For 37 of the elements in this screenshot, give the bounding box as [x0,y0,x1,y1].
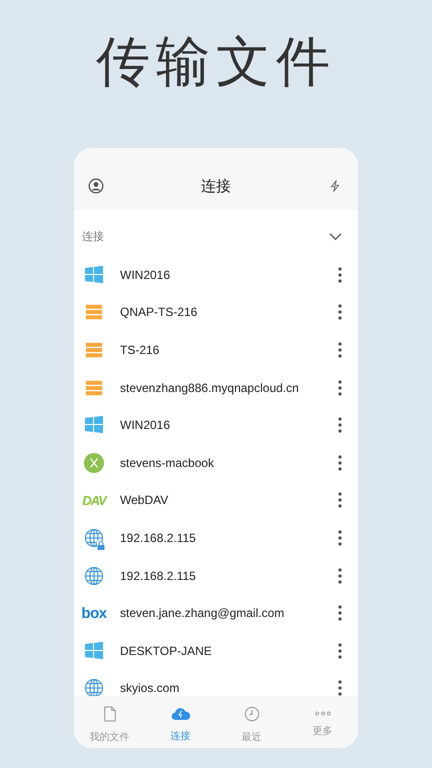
connection-name[interactable]: skyios.com [120,681,338,696]
clock-icon [244,706,260,722]
headline: 传输文件 [96,29,336,95]
more-vertical-icon[interactable] [338,417,342,434]
more-vertical-icon[interactable] [338,304,342,320]
box-logo: box [81,604,107,622]
more-vertical-icon[interactable] [338,530,342,546]
more-vertical-icon[interactable] [338,454,342,471]
more-vertical-icon[interactable] [338,680,342,696]
connection-name[interactable]: TS-216 [120,342,338,357]
section-header[interactable]: 连接 [74,210,358,256]
connection-name[interactable]: WIN2016 [120,268,338,282]
more-vertical-icon[interactable] [338,492,342,508]
connection-name[interactable]: WebDAV [120,493,338,508]
document-icon [102,706,116,722]
connection-name[interactable]: stevenzhang886.myqnapcloud.cn [120,380,338,395]
more-vertical-icon[interactable] [338,342,342,358]
account-icon[interactable] [88,178,104,194]
more-vertical-icon[interactable] [338,380,342,396]
lightning-icon[interactable] [328,179,342,193]
more-vertical-icon[interactable] [338,266,342,283]
connection-name[interactable]: WIN2016 [120,418,338,432]
more-vertical-icon[interactable] [338,568,342,584]
more-vertical-icon[interactable] [338,642,342,659]
connection-name[interactable]: DESKTOP-JANE [120,644,338,658]
more-icon [314,711,332,716]
lock-icon [97,540,105,550]
connection-name[interactable]: 192.168.2.115 [120,568,338,583]
dav-logo: DAV [82,492,106,508]
section-label: 连接 [82,228,104,244]
connection-name[interactable]: stevens-macbook [120,456,338,470]
connection-name[interactable]: QNAP-TS-216 [120,305,338,320]
screen-title: 连接 [201,176,231,196]
connection-name[interactable]: 192.168.2.115 [120,530,338,545]
more-vertical-icon[interactable] [338,605,342,622]
cloud-icon [170,706,190,721]
connection-name[interactable]: steven.jane.zhang@gmail.com [120,606,338,620]
